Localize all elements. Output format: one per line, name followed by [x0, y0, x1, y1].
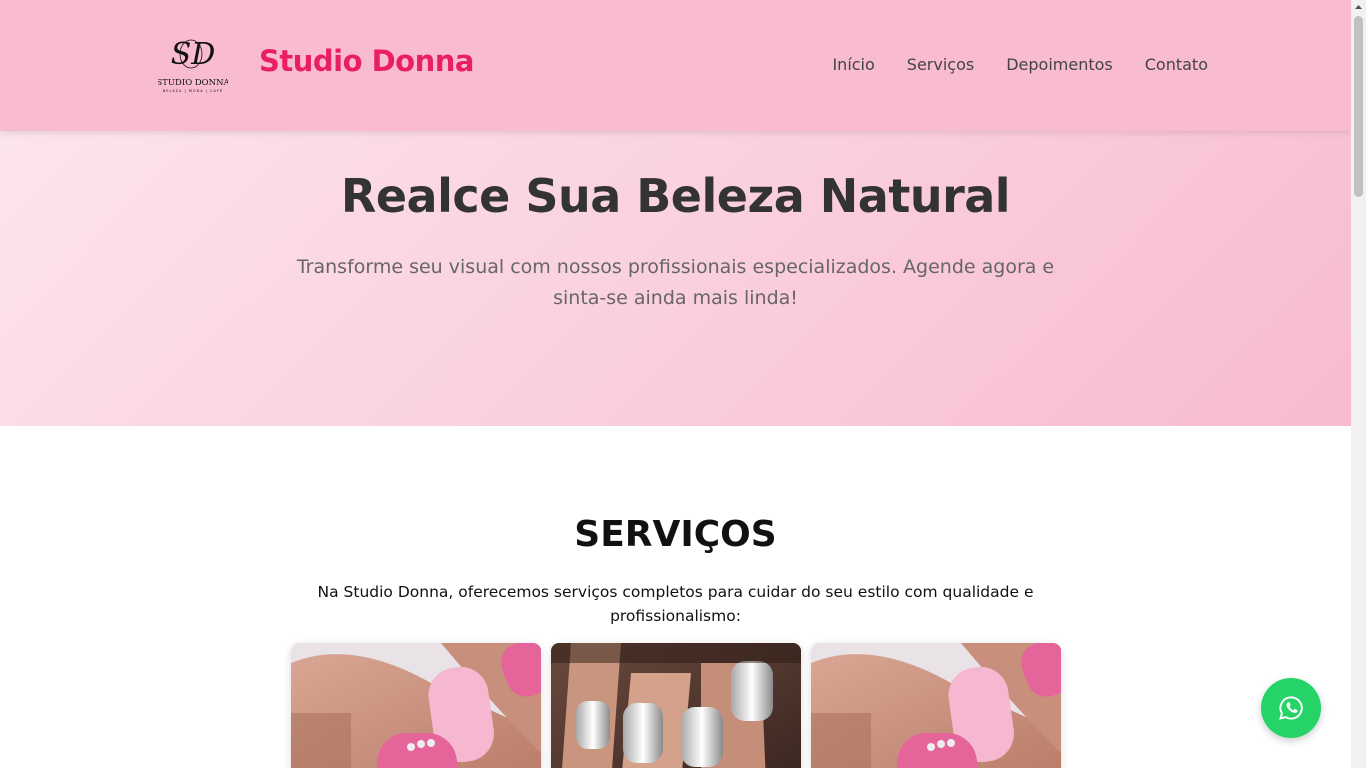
svg-text:BELEZA | MODA | CAFÉ: BELEZA | MODA | CAFÉ [163, 88, 223, 93]
hero-section: Realce Sua Beleza Natural Transforme seu… [0, 131, 1351, 426]
whatsapp-button[interactable] [1261, 678, 1321, 738]
service-card-chrome-nails[interactable] [551, 643, 801, 768]
services-title: SERVIÇOS [574, 514, 777, 555]
service-cards [291, 643, 1061, 768]
page: SD STUDIO DONNA BELEZA | MODA | CAFÉ Stu… [0, 0, 1351, 768]
studio-donna-logo[interactable]: SD STUDIO DONNA BELEZA | MODA | CAFÉ [156, 36, 230, 96]
site-header: SD STUDIO DONNA BELEZA | MODA | CAFÉ Stu… [0, 0, 1351, 131]
svg-text:STUDIO DONNA: STUDIO DONNA [158, 78, 228, 88]
vertical-scrollbar[interactable] [1351, 0, 1366, 768]
hero-title: Realce Sua Beleza Natural [340, 169, 1011, 223]
scrollbar-thumb[interactable] [1354, 16, 1363, 197]
pink-glitter-nails-image [291, 643, 541, 768]
brand-name[interactable]: Studio Donna [259, 44, 474, 78]
service-card-pink-glitter-nails[interactable] [291, 643, 541, 768]
service-card-pink-glitter-nails-2[interactable] [811, 643, 1061, 768]
svg-text:SD: SD [171, 37, 216, 72]
scroll-up-arrow-icon[interactable] [1351, 0, 1366, 14]
chrome-silver-nails-image [551, 643, 801, 768]
nav-link-depoimentos[interactable]: Depoimentos [1006, 55, 1113, 74]
main-nav: Início Serviços Depoimentos Contato [832, 55, 1208, 74]
hero-subtitle: Transforme seu visual com nossos profiss… [296, 256, 1055, 309]
services-intro: Na Studio Donna, oferecemos serviços com… [317, 583, 1034, 625]
nav-link-servicos[interactable]: Serviços [907, 55, 974, 74]
nav-link-contato[interactable]: Contato [1145, 55, 1208, 74]
pink-glitter-nails-image [811, 643, 1061, 768]
whatsapp-icon [1279, 696, 1303, 720]
nav-link-inicio[interactable]: Início [832, 55, 874, 74]
